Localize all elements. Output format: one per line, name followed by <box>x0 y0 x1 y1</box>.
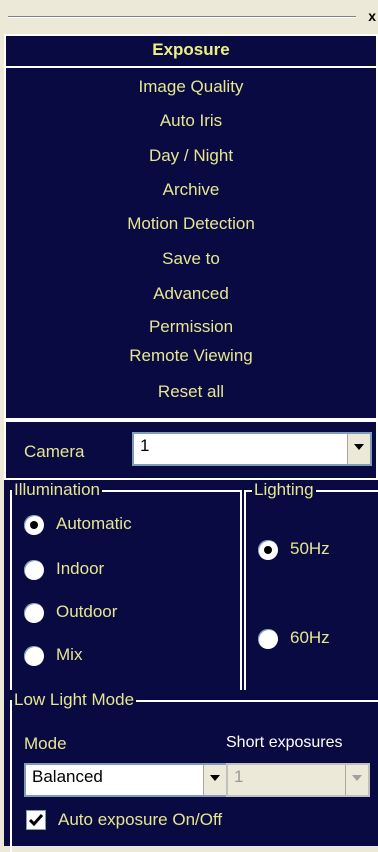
mode-label: Mode <box>24 734 67 753</box>
settings-menu: Exposure Image Quality Auto Iris Day / N… <box>4 34 378 420</box>
illumination-option-indoor[interactable]: Indoor <box>56 559 104 579</box>
auto-exposure-label[interactable]: Auto exposure On/Off <box>58 810 222 830</box>
radio-mix[interactable] <box>24 646 44 666</box>
illumination-lighting-panel: Illumination Automatic Indoor Outdoor Mi… <box>4 480 378 692</box>
menu-item-exposure[interactable]: Exposure <box>6 39 376 61</box>
auto-exposure-checkbox[interactable] <box>26 810 46 830</box>
close-icon[interactable]: x <box>368 6 376 26</box>
radio-50hz[interactable] <box>258 540 278 560</box>
mode-select[interactable]: Balanced <box>24 763 228 797</box>
chevron-down-icon[interactable] <box>203 765 226 795</box>
illumination-title: Illumination <box>12 480 102 500</box>
panel-title-bar: x <box>0 0 378 34</box>
illumination-option-mix[interactable]: Mix <box>56 645 82 665</box>
low-light-panel: Low Light Mode Mode Short exposures Bala… <box>4 690 378 852</box>
camera-select[interactable]: 1 <box>132 432 372 466</box>
short-exposures-label: Short exposures <box>226 734 343 751</box>
menu-item-remote-viewing[interactable]: Remote Viewing <box>6 345 376 367</box>
illumination-option-automatic[interactable]: Automatic <box>56 514 132 534</box>
mode-select-value: Balanced <box>32 767 103 786</box>
chevron-down-icon <box>345 765 368 795</box>
menu-item-reset-all[interactable]: Reset all <box>6 381 376 403</box>
menu-item-motion-detection[interactable]: Motion Detection <box>6 213 376 235</box>
radio-outdoor[interactable] <box>24 603 44 623</box>
menu-item-advanced[interactable]: Advanced <box>6 283 376 305</box>
lighting-group <box>244 490 378 692</box>
menu-item-permission[interactable]: Permission <box>6 316 376 338</box>
menu-item-save-to[interactable]: Save to <box>6 248 376 270</box>
radio-60hz[interactable] <box>258 629 278 649</box>
radio-automatic[interactable] <box>24 515 44 535</box>
lighting-option-50hz[interactable]: 50Hz <box>290 539 330 559</box>
radio-indoor[interactable] <box>24 560 44 580</box>
camera-select-value: 1 <box>140 436 150 455</box>
lighting-title: Lighting <box>252 480 316 500</box>
menu-item-image-quality[interactable]: Image Quality <box>6 76 376 98</box>
checkmark-icon <box>29 814 43 827</box>
low-light-title: Low Light Mode <box>12 690 137 710</box>
illumination-option-outdoor[interactable]: Outdoor <box>56 602 117 622</box>
short-exposures-select: 1 <box>226 763 370 797</box>
menu-item-auto-iris[interactable]: Auto Iris <box>6 110 376 132</box>
lighting-option-60hz[interactable]: 60Hz <box>290 628 330 648</box>
camera-panel: Camera 1 <box>4 420 378 480</box>
title-bar-divider <box>8 16 356 18</box>
menu-item-archive[interactable]: Archive <box>6 179 376 201</box>
camera-label: Camera <box>24 442 85 461</box>
menu-item-day-night[interactable]: Day / Night <box>6 145 376 167</box>
chevron-down-icon[interactable] <box>347 434 370 464</box>
short-exposures-select-value: 1 <box>234 767 244 786</box>
